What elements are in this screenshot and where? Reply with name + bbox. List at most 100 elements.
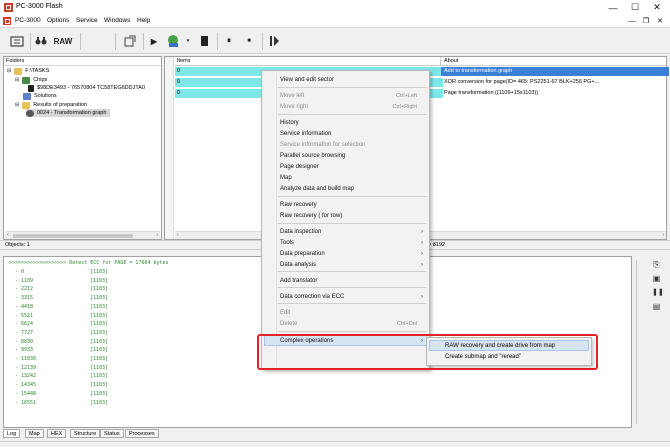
context-menu-item[interactable]: Map [280,173,292,183]
context-menu-item[interactable]: Data inspection [280,227,321,237]
context-menu-item[interactable]: Data correction via ECC [280,292,344,302]
log-line-value: [1103] [90,269,109,275]
export-icon[interactable] [123,33,137,49]
tab-hex[interactable]: HEX [47,429,67,438]
tree-item-chip[interactable]: $98DE3493 - 76570804 TC58TEG6DDJTA0 [28,84,145,92]
tab-map[interactable]: Map [25,429,44,438]
objects-count: Objects: 1 [5,242,30,248]
mdi-minimize-button[interactable]: — [627,16,637,26]
tab-log[interactable]: Log [3,429,21,438]
tab-processes[interactable]: Processes [125,429,159,438]
context-menu-item[interactable]: Add translator [280,276,317,286]
step-icon[interactable] [268,33,280,49]
chips-icon [22,76,31,84]
context-menu-item[interactable]: Service information [280,129,331,139]
context-menu-item: Move left [280,93,305,99]
context-menu: View and edit sector Move left Ctrl+Left Mo… [261,70,430,370]
log-line-offset: - 0 [15,269,25,275]
title-bar: PC-3000 Flash — ☐ ✕ [0,0,670,15]
about-column-header[interactable]: About [441,57,666,66]
menu-options[interactable]: Options [47,17,69,24]
chevron-down-icon[interactable]: ▾ [185,33,191,49]
chip-icon[interactable] [198,33,210,49]
menu-bar: PC-3000 Options Service Windows Help — ❐… [0,15,670,28]
tree-item-solutions[interactable]: Solutions [23,92,57,100]
export-log-icon[interactable]: ⎘ [652,260,661,269]
context-menu-item[interactable]: Analyze data and build map [280,184,354,194]
menu-service[interactable]: Service [76,17,98,24]
log-line-value: [1103] [90,329,109,336]
menu-shortcut: Ctrl+Del [396,321,417,327]
log-line-value: [1103] [90,347,109,354]
tree-item-transformation-graph[interactable]: 0024 - Transformation graph [26,109,111,117]
tree-item-results[interactable]: ⊟ Results of preparation [15,101,87,109]
tree-item-chips[interactable]: ⊟ Chips [15,76,47,84]
mdi-restore-button[interactable]: ❐ [641,16,651,26]
log-line-value: [1103] [90,338,109,345]
menu-separator [278,87,427,88]
app-menu-icon[interactable] [3,17,11,25]
mdi-close-button[interactable]: ✕ [655,16,665,26]
log-header-line: >>>>>>>>>>>>>>>>>>> Detect ECC for PAGE … [9,260,169,266]
log-line-offset: - 16551 [15,399,37,406]
maximize-button[interactable]: ☐ [624,0,646,15]
highlight-annotation [257,334,598,370]
context-menu-item[interactable]: Tools [280,238,294,248]
folders-panel: Folders ⊟ F:\TASKS ⊟ Chips $98DE3493 - 765… [3,56,162,240]
menu-separator [278,331,427,332]
close-button[interactable]: ✕ [646,0,668,15]
pause-button[interactable]: ⏸ [224,33,234,49]
stop-button[interactable]: ■ [244,33,254,49]
play-button[interactable]: ▶ [149,33,159,49]
menu-help[interactable]: Help [137,17,150,24]
items-column-header[interactable]: Items [175,57,441,66]
log-line-value: [1103] [90,382,109,389]
log-line-value: [1103] [90,390,109,397]
log-line-offset: - 9933 [15,347,34,354]
chip-reader-icon[interactable] [164,33,184,49]
connect-icon[interactable] [8,33,26,49]
menu-shortcut: Ctrl+Left [396,93,417,99]
app-logo-icon [4,3,13,12]
table-row-about[interactable]: XOR conversion for page(ID= 465: PS2251-… [441,78,669,87]
context-menu-item[interactable]: History [280,118,299,128]
menu-windows[interactable]: Windows [104,17,130,24]
menu-pc3000[interactable]: PC-3000 [15,17,41,24]
submenu-arrow-icon: › [421,262,423,268]
log-line-offset: - 7727 [15,329,34,336]
context-menu-item: Edit [280,310,291,316]
tree-item-tasks[interactable]: ⊟ F:\TASKS [7,67,49,75]
menu-separator [278,223,427,224]
log-line-value: [1103] [90,286,109,293]
menu-separator [278,303,427,304]
context-menu-item[interactable]: View and edit sector [280,75,334,85]
context-menu-item[interactable]: Raw recovery [280,200,317,210]
submenu-arrow-icon: › [421,251,423,257]
menu-separator [278,287,427,288]
toolbar: RAW ▶ ▾ ⏸ ■ [0,29,670,54]
context-menu-item[interactable]: Raw recovery ( for row) [280,211,342,221]
context-menu-item[interactable]: Parallel source browsing [280,151,345,161]
context-menu-item[interactable]: Data analysis [280,260,316,270]
minimize-button[interactable]: — [602,0,624,15]
log-line-value: [1103] [90,364,109,371]
save-as-log-icon[interactable]: ▤ [652,302,661,311]
save-log-icon[interactable]: ▣ [652,274,661,283]
tab-status[interactable]: Status [100,429,124,438]
log-line-value: [1103] [90,312,109,319]
log-line-offset: - 13242 [15,373,37,380]
horizontal-scrollbar[interactable]: ‹ › [5,231,160,239]
binoculars-icon[interactable] [35,33,47,49]
log-line-value: [1103] [90,303,109,310]
raw-button[interactable]: RAW [52,33,74,49]
solutions-icon [23,92,31,100]
table-row-about[interactable]: Add to transformation graph [441,67,669,76]
table-row-about[interactable]: Page transformation ((1109+15x1103)) [441,89,669,98]
tab-structure[interactable]: Structure [70,429,101,438]
submenu-arrow-icon: › [421,240,423,246]
folder-icon [14,67,23,75]
context-menu-item[interactable]: Data preparation [280,249,325,259]
pause-log-icon[interactable]: ❚❚ [652,288,664,297]
context-menu-item[interactable]: Page designer [280,162,319,172]
submenu-arrow-icon: › [421,294,423,300]
